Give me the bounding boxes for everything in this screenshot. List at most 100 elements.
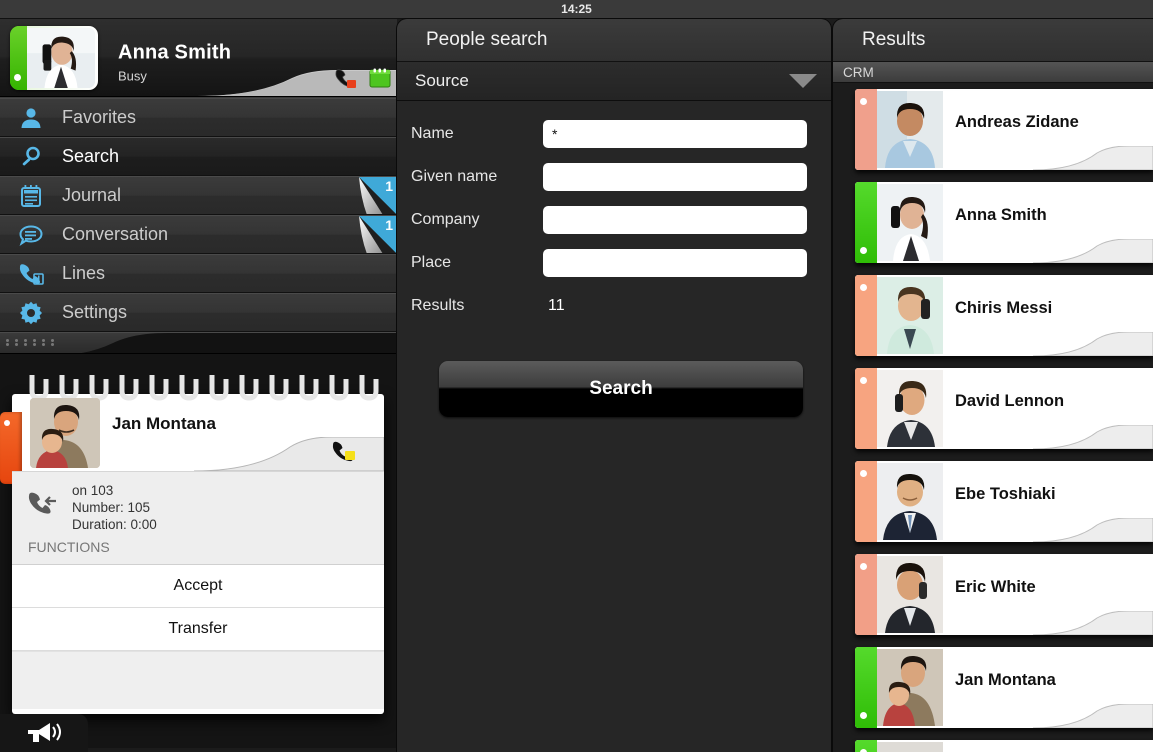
form-row-given-name: Given name (411, 155, 807, 198)
form-row-company: Company (411, 198, 807, 241)
source-dropdown[interactable]: Source (397, 62, 831, 101)
contact-card[interactable]: Eric White (855, 554, 1153, 635)
menu-label: Settings (62, 302, 128, 322)
call-card-header: Jan Montana (12, 394, 385, 472)
contact-swoosh-decoration (1032, 238, 1153, 263)
incoming-call-icon (26, 482, 72, 521)
call-info-line: Duration: 0:00 (72, 517, 157, 532)
call-card-info-lines: on 103 Number: 105 Duration: 0:00 (72, 482, 157, 533)
results-panel: Results CRM Andreas Zidane Anna Smith Ch… (833, 19, 1153, 752)
contact-name: Eric White (955, 578, 1036, 596)
status-bar: 14:25 (0, 0, 1153, 19)
person-icon (0, 106, 62, 130)
form-row-name: Name (411, 112, 807, 155)
menu-item-settings[interactable]: Settings (0, 293, 397, 332)
results-title: Results (833, 19, 1153, 62)
place-input[interactable] (543, 248, 807, 277)
accept-button[interactable]: Accept (12, 565, 384, 608)
results-list: Andreas Zidane Anna Smith Chiris Messi D… (833, 83, 1153, 752)
name-label: Name (411, 124, 454, 142)
grip-dots-icon (6, 339, 54, 342)
contact-swoosh-decoration (1032, 517, 1153, 542)
phone-busy-icon[interactable] (334, 68, 360, 93)
calendar-icon[interactable] (369, 68, 391, 93)
app-root: 14:25 Anna Smith Busy Favorites Search J… (0, 0, 1153, 752)
contact-photo (877, 742, 943, 752)
grip-curve-decoration (58, 333, 397, 353)
contact-name: Andreas Zidane (955, 113, 1079, 131)
source-label: Source (415, 71, 469, 90)
phone-lines-icon (0, 263, 62, 285)
results-group-header: CRM (833, 62, 1153, 83)
speech-bubble-icon (0, 224, 62, 246)
contact-photo (877, 556, 943, 633)
call-card-area: Jan Montana on 103 Number: 105 Duration:… (0, 354, 397, 748)
contact-name: David Lennon (955, 392, 1065, 410)
contact-status-bar (855, 368, 877, 449)
contact-name: Ebe Toshiaki (955, 485, 1056, 503)
contact-card[interactable]: Jean Ixia (855, 740, 1153, 752)
contact-card[interactable]: Chiris Messi (855, 275, 1153, 356)
left-bottom-bar (0, 714, 397, 752)
contact-status-dot (860, 712, 867, 719)
avatar[interactable] (10, 26, 98, 90)
contact-status-dot (860, 247, 867, 254)
contact-swoosh-decoration (1032, 610, 1153, 635)
contact-card[interactable]: Jan Montana (855, 647, 1153, 728)
contact-swoosh-decoration (1032, 145, 1153, 170)
contact-card[interactable]: David Lennon (855, 368, 1153, 449)
transfer-button[interactable]: Transfer (12, 608, 384, 651)
contact-status-dot (860, 98, 867, 105)
name-input[interactable] (543, 119, 807, 148)
presence-dot (14, 74, 21, 81)
call-info-line: Number: 105 (72, 500, 151, 515)
menu-item-search[interactable]: Search (0, 137, 397, 176)
menu-label: Journal (62, 185, 122, 205)
contact-card[interactable]: Ebe Toshiaki (855, 461, 1153, 542)
contact-name: Chiris Messi (955, 299, 1053, 317)
main-menu: Favorites Search Journal 1 Conversation … (0, 97, 397, 332)
call-card[interactable]: Jan Montana on 103 Number: 105 Duration:… (0, 375, 385, 714)
contact-photo (877, 184, 943, 261)
badge-count: 1 (385, 217, 393, 233)
megaphone-icon[interactable] (0, 714, 88, 752)
contact-status-bar (855, 89, 877, 170)
menu-item-favorites[interactable]: Favorites (0, 98, 397, 137)
results-count: 11 (548, 296, 565, 314)
people-search-title: People search (397, 19, 831, 62)
user-header: Anna Smith Busy (0, 19, 397, 97)
contact-status-bar (855, 554, 877, 635)
phone-held-icon[interactable] (330, 440, 360, 467)
panel-grip[interactable] (0, 332, 397, 354)
menu-item-lines[interactable]: Lines (0, 254, 397, 293)
contact-photo (877, 91, 943, 168)
company-input[interactable] (543, 205, 807, 234)
contact-status-dot (860, 563, 867, 570)
magnifier-icon (0, 145, 62, 169)
search-button[interactable]: Search (439, 361, 803, 417)
menu-item-journal[interactable]: Journal 1 (0, 176, 397, 215)
contact-photo (877, 463, 943, 540)
left-panel: Anna Smith Busy Favorites Search Journal… (0, 19, 397, 752)
contact-photo (877, 649, 943, 726)
contact-status-dot (860, 470, 867, 477)
contact-name: Jan Montana (955, 671, 1056, 689)
search-button-container: Search (397, 327, 831, 417)
menu-label: Favorites (62, 107, 137, 127)
call-info-line: on 103 (72, 483, 114, 498)
search-form: Name Given name Company Place Results 11 (397, 101, 831, 327)
contact-status-bar (855, 740, 877, 752)
functions-label: FUNCTIONS (12, 533, 384, 560)
user-status: Busy (118, 68, 147, 84)
contact-card[interactable]: Anna Smith (855, 182, 1153, 263)
menu-item-conversation[interactable]: Conversation 1 (0, 215, 397, 254)
contact-swoosh-decoration (1032, 703, 1153, 728)
given-name-label: Given name (411, 167, 498, 185)
contact-swoosh-decoration (1032, 424, 1153, 449)
contact-status-bar (855, 275, 877, 356)
given-name-input[interactable] (543, 162, 807, 191)
contact-photo (877, 370, 943, 447)
contact-card[interactable]: Andreas Zidane (855, 89, 1153, 170)
place-label: Place (411, 253, 452, 271)
call-card-photo (30, 398, 100, 468)
